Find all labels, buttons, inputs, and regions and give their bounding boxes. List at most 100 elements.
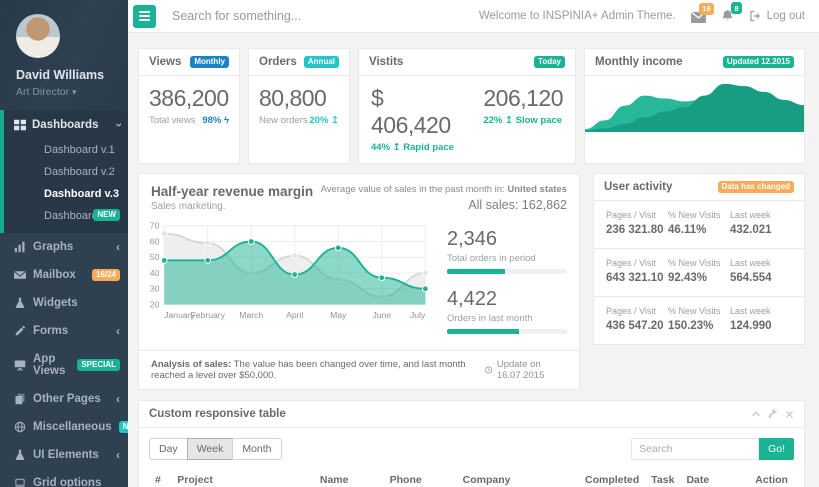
revenue-panel: Half-year revenue margin Sales marketing…	[138, 173, 580, 390]
go-button[interactable]: Go!	[759, 438, 794, 460]
projects-table: # Project Name Phone Company Completed T…	[149, 469, 794, 487]
card-title: Views	[149, 56, 181, 68]
sidebar-item-app-views[interactable]: App ViewsSPECIAL	[0, 345, 128, 385]
update-text: Update on 16.07.2015	[485, 359, 567, 381]
notifications-button[interactable]: 8	[721, 9, 734, 23]
filter-week-button[interactable]: Week	[187, 438, 234, 460]
sidebar-item-other-pages[interactable]: Other Pages‹	[0, 385, 128, 413]
mailbox-count-badge: 16/24	[92, 269, 120, 281]
views-label: Total views	[149, 115, 195, 126]
svg-text:July: July	[410, 310, 426, 320]
sidebar-item-grid-options[interactable]: Grid options	[0, 469, 128, 487]
collapse-button[interactable]	[751, 409, 761, 419]
views-value: 386,200	[149, 85, 229, 112]
col-name: Name	[314, 469, 384, 487]
files-icon	[14, 393, 26, 405]
caret-down-icon: ▾	[72, 87, 77, 97]
stats-row: ViewsMonthly 386,200 Total views98% ϟ Or…	[138, 48, 805, 164]
panel-subtitle: Sales marketing.	[151, 201, 313, 212]
svg-text:40: 40	[150, 268, 160, 278]
avatar[interactable]	[16, 14, 60, 58]
chevron-left-icon: ‹	[116, 325, 120, 337]
notifications-count-badge: 8	[731, 2, 741, 14]
svg-text:70: 70	[150, 221, 160, 231]
th-large-icon	[14, 119, 26, 131]
messages-button[interactable]: 16	[691, 10, 706, 23]
new-badge: NEW	[119, 421, 128, 433]
svg-text:30: 30	[150, 284, 160, 294]
chevron-left-icon: ‹	[116, 393, 120, 405]
analysis-text: Analysis of sales: The value has been ch…	[151, 359, 485, 381]
bar-chart-icon	[14, 241, 26, 253]
orders-card: OrdersAnnual 80,800 New orders20% ↥	[248, 48, 350, 164]
filter-month-button[interactable]: Month	[232, 438, 281, 460]
card-title: Orders	[259, 56, 297, 68]
progress-bar	[447, 269, 567, 274]
wrench-icon	[768, 409, 778, 419]
flask-icon	[14, 449, 26, 461]
close-button[interactable]	[785, 410, 794, 419]
sidebar-item-dashboard-v1[interactable]: Dashboard v.1	[4, 139, 128, 161]
sign-out-icon	[749, 10, 762, 22]
views-card: ViewsMonthly 386,200 Total views98% ϟ	[138, 48, 240, 164]
sidebar-item-ui-elements[interactable]: UI Elements‹	[0, 441, 128, 469]
card-title: Monthly income	[595, 56, 683, 68]
topbar: Welcome to INSPINIA+ Admin Theme. 16 8 L…	[128, 0, 819, 33]
card-title: Vistits	[369, 56, 403, 68]
table-search-input[interactable]	[631, 438, 759, 460]
svg-text:February: February	[190, 310, 225, 320]
all-sales-text: All sales: 162,862	[321, 198, 567, 212]
settings-button[interactable]	[768, 409, 778, 419]
user-activity-panel: User activityData has changed Pages / Vi…	[593, 173, 805, 345]
special-badge: SPECIAL	[77, 359, 120, 371]
desktop-icon	[14, 359, 26, 371]
table-header-row: # Project Name Phone Company Completed T…	[149, 469, 794, 487]
laptop-icon	[14, 477, 26, 487]
sidebar-item-graphs[interactable]: Graphs‹	[0, 233, 128, 261]
sidebar-item-dashboard-v4[interactable]: Dashboard v.4NEW	[4, 205, 128, 227]
sidebar-item-miscellaneous[interactable]: MiscellaneousNEW	[0, 413, 128, 441]
level-up-icon: ↥	[393, 142, 401, 153]
col-phone: Phone	[384, 469, 457, 487]
orders-month-value: 4,422	[447, 288, 567, 311]
today-badge: Today	[534, 56, 565, 68]
sidebar-group-dashboards: Dashboards ‹ Dashboard v.1 Dashboard v.2…	[0, 110, 128, 233]
activity-row: Pages / Visit236 321.80 % New Visits46.1…	[594, 201, 804, 249]
user-name: David Williams	[16, 68, 120, 82]
col-action: Action	[749, 469, 794, 487]
envelope-icon	[14, 269, 26, 281]
sidebar-item-widgets[interactable]: Widgets	[0, 289, 128, 317]
logout-button[interactable]: Log out	[749, 10, 805, 22]
main-area: Welcome to INSPINIA+ Admin Theme. 16 8 L…	[128, 0, 819, 487]
col-company: Company	[457, 469, 579, 487]
sidebar-item-dashboard-v3[interactable]: Dashboard v.3	[4, 183, 128, 205]
panel-title: Custom responsive table	[149, 408, 286, 420]
svg-text:April: April	[286, 310, 303, 320]
user-role-dropdown[interactable]: Art Director ▾	[16, 86, 120, 98]
visits-stat-2: 206,120 22% ↥ Slow pace	[483, 85, 563, 153]
revenue-chart-area: 706050403020JanuaryFebruaryMarchAprilMay…	[145, 220, 433, 348]
sidebar-item-dashboard-v2[interactable]: Dashboard v.2	[4, 161, 128, 183]
messages-count-badge: 16	[699, 3, 713, 15]
topbar-search-input[interactable]	[172, 9, 422, 23]
level-up-icon: ↥	[505, 115, 513, 126]
sidebar-item-forms[interactable]: Forms‹	[0, 317, 128, 345]
chevron-left-icon: ‹	[116, 241, 120, 253]
progress-bar	[447, 329, 567, 334]
filter-day-button[interactable]: Day	[149, 438, 188, 460]
svg-text:60: 60	[150, 236, 160, 246]
col-completed: Completed	[579, 469, 645, 487]
col-date: Date	[680, 469, 749, 487]
visits-stat-1: $ 406,420 44% ↥ Rapid pace	[371, 85, 457, 153]
close-icon	[785, 410, 794, 419]
panel-title: User activity	[604, 181, 672, 193]
range-filter-group: Day Week Month	[149, 438, 282, 460]
orders-label: New orders	[259, 115, 308, 126]
svg-text:50: 50	[150, 252, 160, 262]
chevron-up-icon	[751, 409, 761, 419]
avg-sales-text: Average value of sales in the past month…	[321, 184, 567, 195]
sidebar-item-mailbox[interactable]: Mailbox16/24	[0, 261, 128, 289]
sidebar-toggle-button[interactable]	[133, 5, 156, 28]
sidebar-item-dashboards[interactable]: Dashboards ‹	[4, 110, 128, 139]
svg-text:20: 20	[150, 299, 160, 309]
